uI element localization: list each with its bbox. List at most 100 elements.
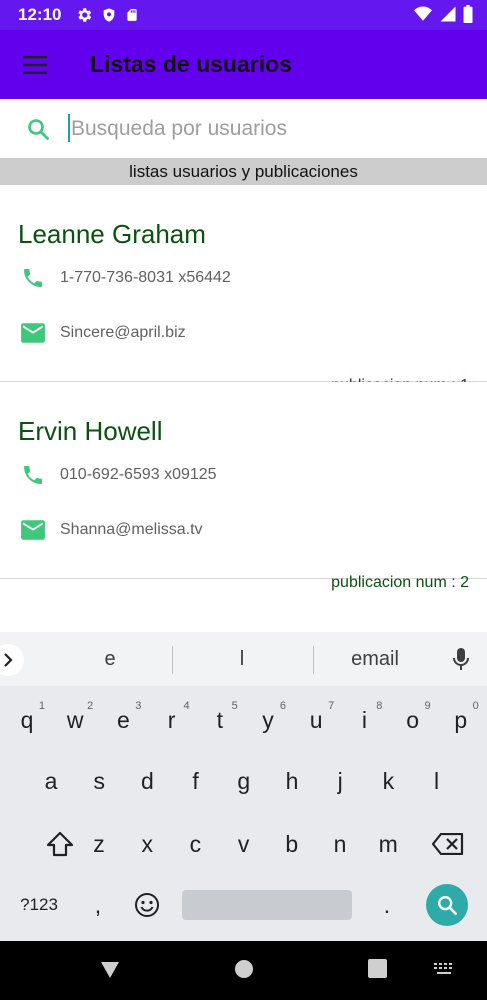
- status-icons-left: [75, 6, 139, 24]
- suggestion-2[interactable]: l: [192, 632, 292, 686]
- hamburger-menu-icon[interactable]: [0, 30, 70, 99]
- key-label: p: [454, 706, 468, 733]
- search-action-key[interactable]: [426, 884, 468, 926]
- text-cursor: [68, 113, 70, 142]
- key-i[interactable]: i8: [342, 694, 386, 746]
- phone-icon: [18, 263, 48, 293]
- chevron-right-icon[interactable]: [0, 644, 24, 676]
- key-v[interactable]: v: [222, 818, 266, 870]
- key-label: a: [44, 767, 58, 794]
- key-t[interactable]: t5: [198, 694, 242, 746]
- user-email-row: Shanna@melissa.tv: [18, 515, 203, 545]
- user-name: Leanne Graham: [18, 219, 206, 249]
- signal-icon: [439, 5, 457, 23]
- key-o[interactable]: o9: [391, 694, 435, 746]
- key-label: v: [237, 830, 250, 857]
- user-phone-row: 1-770-736-8031 x56442: [18, 263, 231, 293]
- key-label: j: [337, 767, 343, 794]
- search-field: [68, 112, 448, 146]
- user-name: Ervin Howell: [18, 416, 163, 446]
- section-header: listas usuarios y publicaciones: [0, 158, 487, 185]
- suggestion-divider: [172, 646, 173, 674]
- key-label: h: [285, 767, 299, 794]
- key-number-hint: 8: [376, 700, 383, 712]
- key-k[interactable]: k: [366, 755, 410, 807]
- suggestion-3[interactable]: email: [325, 632, 425, 686]
- home-circle-icon[interactable]: [234, 959, 254, 979]
- search-input[interactable]: [68, 116, 448, 141]
- key-y[interactable]: y6: [246, 694, 290, 746]
- key-l[interactable]: l: [415, 755, 459, 807]
- status-bar: 12:10: [0, 0, 487, 30]
- period-key[interactable]: .: [365, 879, 409, 931]
- key-q[interactable]: q1: [5, 694, 49, 746]
- key-d[interactable]: d: [125, 755, 169, 807]
- key-a[interactable]: a: [29, 755, 73, 807]
- user-card[interactable]: Leanne Graham 1-770-736-8031 x56442 Sinc…: [0, 185, 487, 394]
- key-m[interactable]: m: [366, 818, 410, 870]
- key-label: u: [309, 706, 323, 733]
- key-label: o: [406, 706, 419, 733]
- key-label: w: [66, 706, 84, 733]
- key-j[interactable]: j: [318, 755, 362, 807]
- key-label: z: [93, 830, 105, 857]
- search-icon[interactable]: [26, 116, 52, 142]
- key-label: d: [140, 767, 154, 794]
- space-key[interactable]: [182, 890, 352, 920]
- key-f[interactable]: f: [174, 755, 218, 807]
- screen: 12:10 Listas de usuarios Busqueda por us…: [0, 0, 487, 1000]
- backspace-key[interactable]: [425, 818, 471, 870]
- back-triangle-icon[interactable]: [100, 959, 120, 979]
- key-label: r: [167, 706, 176, 733]
- wifi-icon: [413, 5, 433, 23]
- soft-keyboard: e l email q1w2e3r4t5y6u7i8o9p0asdfghjklz…: [0, 632, 487, 941]
- suggestion-bar: e l email: [0, 632, 487, 686]
- symbols-key[interactable]: ?123: [14, 879, 64, 931]
- battery-icon: [463, 5, 473, 23]
- key-label: b: [285, 830, 299, 857]
- key-h[interactable]: h: [270, 755, 314, 807]
- key-w[interactable]: w2: [53, 694, 97, 746]
- phone-icon: [18, 460, 48, 490]
- key-b[interactable]: b: [270, 818, 314, 870]
- key-x[interactable]: x: [125, 818, 169, 870]
- keyboard-switch-icon[interactable]: [434, 963, 456, 977]
- key-label: m: [378, 830, 398, 857]
- gear-icon: [75, 6, 93, 24]
- key-p[interactable]: p0: [439, 694, 483, 746]
- key-label: t: [216, 706, 223, 733]
- key-label: e: [116, 706, 130, 733]
- key-label: c: [189, 830, 202, 857]
- key-e[interactable]: e3: [101, 694, 145, 746]
- user-email: Shanna@melissa.tv: [60, 521, 203, 538]
- key-number-hint: 1: [38, 700, 45, 712]
- user-phone-row: 010-692-6593 x09125: [18, 460, 217, 490]
- comma-key[interactable]: ,: [76, 879, 120, 931]
- emoji-key[interactable]: [125, 879, 169, 931]
- key-z[interactable]: z: [77, 818, 121, 870]
- shift-key[interactable]: [38, 818, 82, 870]
- user-card[interactable]: Ervin Howell 010-692-6593 x09125 Shanna@…: [0, 382, 487, 591]
- key-number-hint: 4: [183, 700, 190, 712]
- key-number-hint: 6: [279, 700, 286, 712]
- status-time: 12:10: [18, 5, 62, 24]
- shield-icon: [101, 6, 117, 24]
- key-s[interactable]: s: [77, 755, 121, 807]
- microphone-icon[interactable]: [449, 646, 473, 672]
- recents-square-icon[interactable]: [368, 959, 387, 978]
- user-phone: 1-770-736-8031 x56442: [60, 269, 231, 286]
- key-label: x: [141, 830, 153, 857]
- key-c[interactable]: c: [173, 818, 217, 870]
- key-n[interactable]: n: [318, 818, 362, 870]
- user-phone: 010-692-6593 x09125: [60, 466, 217, 483]
- key-number-hint: 0: [472, 700, 479, 712]
- key-number-hint: 5: [231, 700, 238, 712]
- key-g[interactable]: g: [222, 755, 266, 807]
- key-u[interactable]: u7: [294, 694, 338, 746]
- key-r[interactable]: r4: [150, 694, 194, 746]
- key-label: y: [262, 706, 274, 733]
- key-number-hint: 7: [328, 700, 335, 712]
- suggestion-1[interactable]: e: [60, 632, 160, 686]
- email-icon: [18, 318, 48, 348]
- email-icon: [18, 515, 48, 545]
